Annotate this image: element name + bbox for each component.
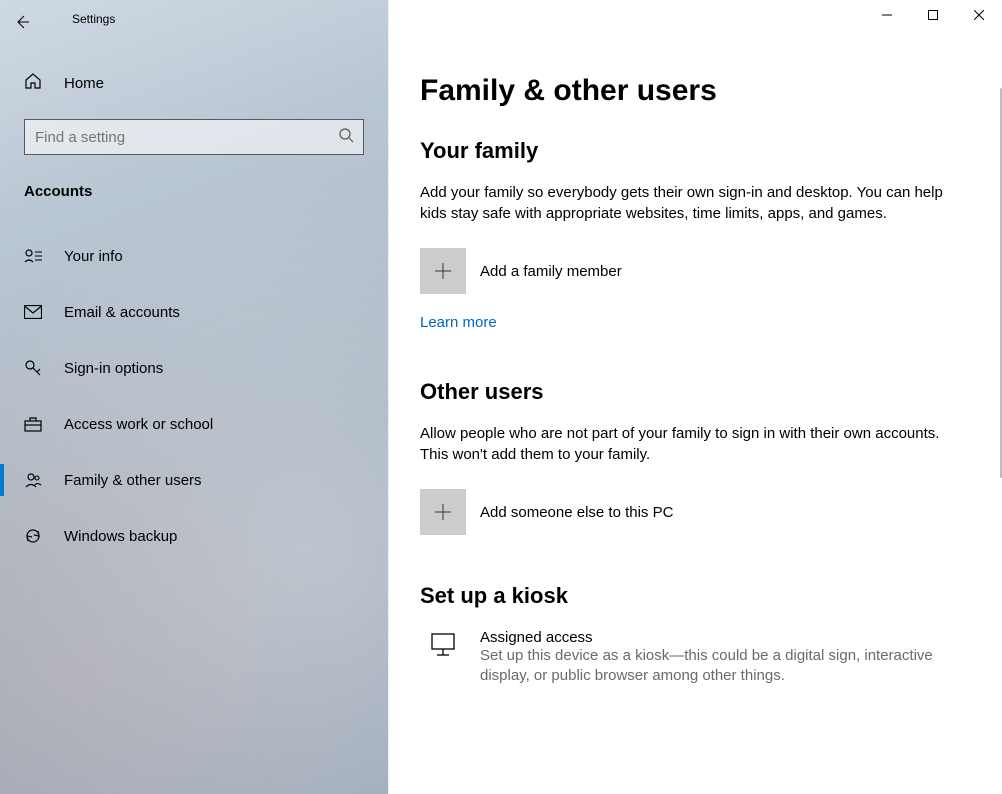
monitor-icon bbox=[420, 629, 466, 659]
plus-icon bbox=[420, 489, 466, 535]
sync-icon bbox=[24, 527, 42, 545]
nav-list: Your info Email & accounts Sign-in optio… bbox=[0, 228, 388, 564]
home-label: Home bbox=[64, 75, 104, 92]
settings-window: Settings Home Accounts bbox=[0, 0, 1002, 794]
briefcase-icon bbox=[24, 416, 42, 432]
kiosk-heading: Set up a kiosk bbox=[420, 583, 970, 609]
nav-label: Your info bbox=[64, 248, 123, 265]
nav-label: Sign-in options bbox=[64, 360, 163, 377]
kiosk-text: Assigned access Set up this device as a … bbox=[480, 629, 960, 687]
nav-label: Email & accounts bbox=[64, 304, 180, 321]
assigned-access-button[interactable]: Assigned access Set up this device as a … bbox=[420, 629, 970, 687]
back-button[interactable] bbox=[0, 0, 44, 44]
nav-label: Access work or school bbox=[64, 416, 213, 433]
other-users-body: Allow people who are not part of your fa… bbox=[420, 423, 960, 465]
add-other-user-button[interactable]: Add someone else to this PC bbox=[420, 489, 970, 535]
plus-icon bbox=[420, 248, 466, 294]
family-body: Add your family so everybody gets their … bbox=[420, 182, 960, 224]
family-heading: Your family bbox=[420, 138, 970, 164]
other-users-heading: Other users bbox=[420, 379, 970, 405]
nav-your-info[interactable]: Your info bbox=[0, 228, 388, 284]
nav-windows-backup[interactable]: Windows backup bbox=[0, 508, 388, 564]
mail-icon bbox=[24, 305, 42, 319]
kiosk-item-desc: Set up this device as a kiosk—this could… bbox=[480, 646, 960, 687]
nav-family-other-users[interactable]: Family & other users bbox=[0, 452, 388, 508]
person-card-icon bbox=[24, 248, 42, 264]
app-title: Settings bbox=[44, 0, 115, 26]
add-family-label: Add a family member bbox=[480, 263, 622, 280]
home-nav[interactable]: Home bbox=[0, 56, 388, 111]
titlebar: Settings bbox=[0, 0, 1002, 44]
search-input[interactable] bbox=[24, 119, 364, 155]
add-family-member-button[interactable]: Add a family member bbox=[420, 248, 970, 294]
section-label: Accounts bbox=[24, 183, 388, 200]
key-icon bbox=[24, 359, 42, 377]
content-pane: Family & other users Your family Add you… bbox=[388, 0, 1002, 794]
nav-access-work-school[interactable]: Access work or school bbox=[0, 396, 388, 452]
search-icon bbox=[338, 127, 354, 148]
nav-label: Windows backup bbox=[64, 528, 177, 545]
kiosk-item-title: Assigned access bbox=[480, 629, 960, 646]
nav-label: Family & other users bbox=[64, 472, 202, 489]
page-title: Family & other users bbox=[420, 74, 970, 108]
arrow-left-icon bbox=[14, 14, 30, 30]
search-wrap bbox=[24, 119, 364, 155]
home-icon bbox=[24, 72, 42, 95]
learn-more-link[interactable]: Learn more bbox=[420, 314, 497, 331]
sidebar: Home Accounts Your info Email & accounts bbox=[0, 0, 388, 794]
main-scroll[interactable]: Family & other users Your family Add you… bbox=[388, 0, 1002, 794]
nav-signin-options[interactable]: Sign-in options bbox=[0, 340, 388, 396]
add-other-label: Add someone else to this PC bbox=[480, 504, 673, 521]
nav-email-accounts[interactable]: Email & accounts bbox=[0, 284, 388, 340]
people-icon bbox=[24, 471, 42, 489]
